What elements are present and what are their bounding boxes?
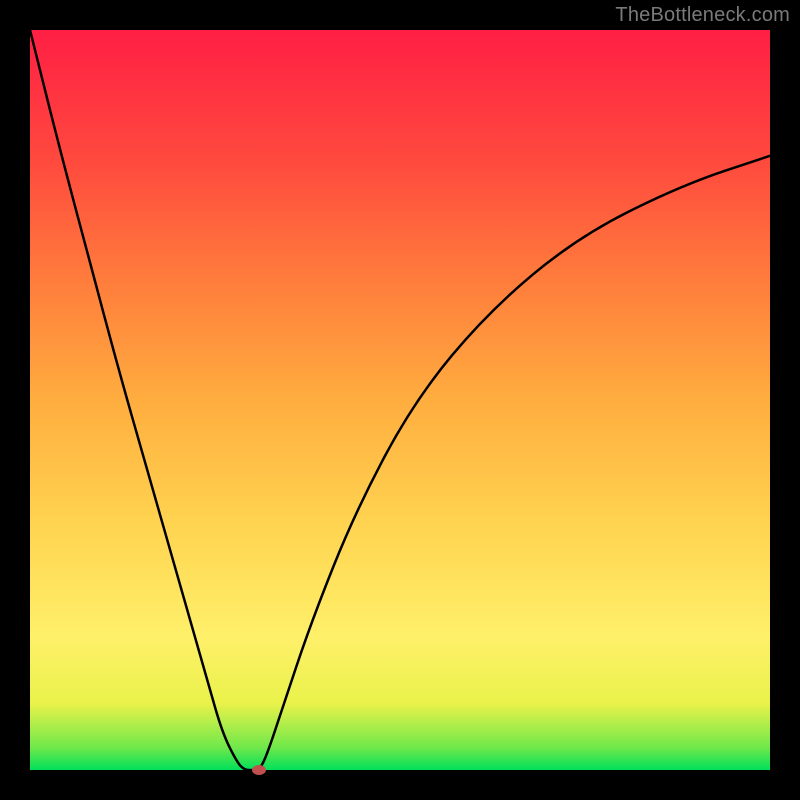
optimal-marker-dot [252,765,266,775]
bottleneck-curve [30,30,770,770]
attribution-label: TheBottleneck.com [615,4,790,27]
chart-frame: TheBottleneck.com [0,0,800,800]
plot-area [30,30,770,770]
curve-path [30,30,770,770]
